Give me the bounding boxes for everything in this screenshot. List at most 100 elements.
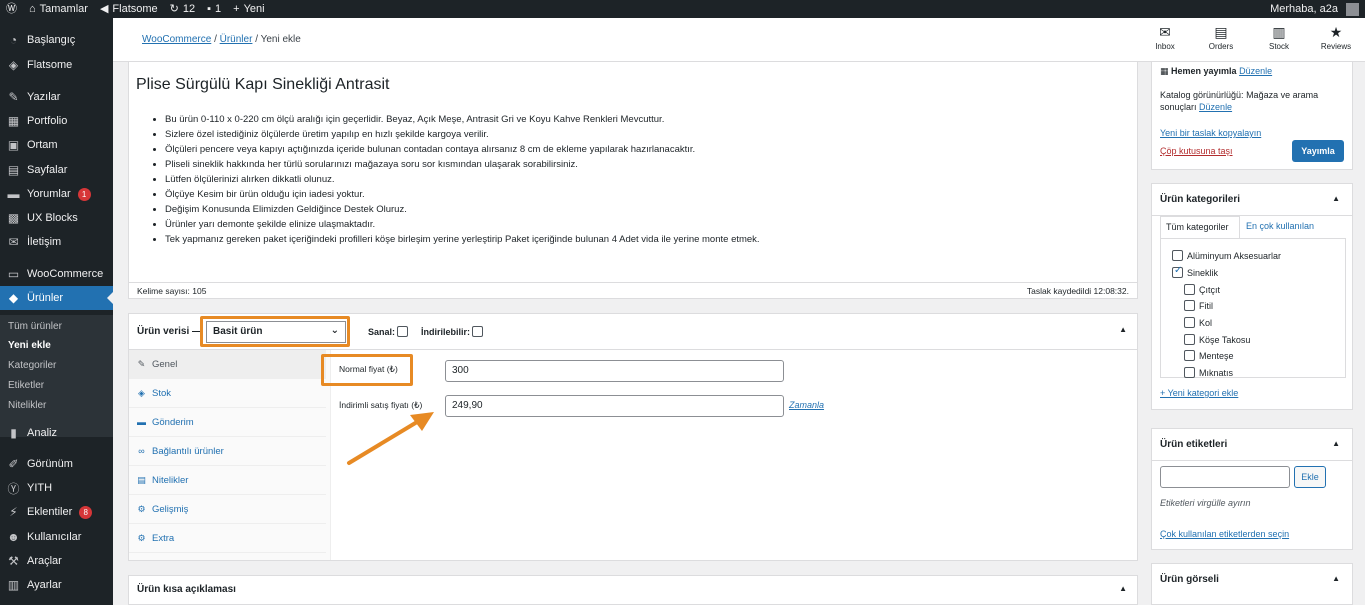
category-item[interactable]: Çıtçıt: [1184, 284, 1220, 295]
flatsome-icon: ◀: [99, 2, 109, 15]
copy-draft-link[interactable]: Yeni bir taslak kopyalayın: [1160, 128, 1261, 138]
stock-button[interactable]: ▥ Stock: [1254, 24, 1304, 51]
category-checkbox[interactable]: [1172, 265, 1183, 278]
reviews-button[interactable]: ★ Reviews: [1311, 24, 1361, 51]
tab-popular-categories[interactable]: En çok kullanılan: [1246, 221, 1314, 231]
collapse-toggle-icon[interactable]: ▲: [1119, 584, 1127, 593]
submenu-categories[interactable]: Kategoriler: [8, 360, 56, 371]
breadcrumb-woocommerce[interactable]: WooCommerce: [142, 34, 211, 45]
publish-edit-link[interactable]: Düzenle: [1239, 66, 1272, 76]
category-checkbox[interactable]: [1184, 334, 1195, 345]
description-item: Sizlere özel istediğiniz ölçülerde üreti…: [165, 127, 1115, 142]
add-category-link[interactable]: + Yeni kategori ekle: [1160, 388, 1238, 398]
avatar: [1346, 2, 1359, 16]
category-checkbox[interactable]: [1184, 317, 1195, 328]
site-name-link[interactable]: ⌂ Tamamlar: [23, 0, 94, 18]
sale-price-input[interactable]: 249,90: [445, 395, 784, 417]
sidebar-item-settings[interactable]: ▥ Ayarlar: [0, 573, 113, 597]
gear-icon: ⚙: [137, 503, 146, 514]
trash-link[interactable]: Çöp kutusuna taşı: [1160, 146, 1233, 156]
product-type-select[interactable]: Basit ürün ⌄: [206, 321, 346, 343]
tab-linked-products[interactable]: ∞ Bağlantılı ürünler: [129, 437, 326, 466]
account-menu[interactable]: Merhaba, a2a: [1264, 0, 1365, 18]
submenu-tags[interactable]: Etiketler: [8, 380, 44, 391]
virtual-checkbox[interactable]: [397, 326, 409, 337]
woo-icon: ▭: [7, 267, 20, 281]
sidebar-item-ux-blocks[interactable]: ▩ UX Blocks: [0, 206, 113, 230]
home-icon: ⌂: [29, 2, 36, 15]
short-description-title: Ürün kısa açıklaması: [137, 584, 236, 595]
submenu-attributes[interactable]: Nitelikler: [8, 400, 46, 411]
tab-advanced[interactable]: ⚙ Gelişmiş: [129, 495, 326, 524]
sidebar-item-portfolio[interactable]: ▦ Portfolio: [0, 109, 113, 133]
sidebar-item-comments[interactable]: ▬ Yorumlar 1: [0, 182, 113, 206]
inbox-button[interactable]: ✉ Inbox: [1140, 24, 1190, 51]
tab-attributes[interactable]: ▤ Nitelikler: [129, 466, 326, 495]
regular-price-input[interactable]: 300: [445, 360, 784, 382]
tags-title: Ürün etiketleri: [1160, 439, 1228, 450]
sidebar-item-tools[interactable]: ⚒ Araçlar: [0, 549, 113, 573]
sidebar-item-dashboard[interactable]: ◔ Başlangıç: [0, 28, 113, 52]
sidebar-item-appearance[interactable]: ✐ Görünüm: [0, 452, 113, 476]
tab-inventory[interactable]: ◈ Stok: [129, 379, 326, 408]
submenu-add-new[interactable]: Yeni ekle: [8, 340, 51, 351]
comments-link[interactable]: ▪ 1: [201, 0, 227, 18]
category-item[interactable]: Kol: [1184, 317, 1212, 328]
category-item[interactable]: Sineklik: [1172, 265, 1218, 278]
virtual-option: Sanal:: [368, 326, 409, 337]
settings-icon: ▥: [7, 578, 20, 592]
product-description[interactable]: Bu ürün 0-110 x 0-220 cm ölçü aralığı iç…: [165, 112, 1115, 247]
category-checkbox[interactable]: [1184, 367, 1195, 378]
product-title[interactable]: Plise Sürgülü Kapı Sinekliği Antrasit: [136, 76, 389, 94]
collapse-toggle-icon[interactable]: ▲: [1332, 439, 1340, 448]
category-item[interactable]: Köşe Takosu: [1184, 334, 1250, 345]
tab-all-categories[interactable]: Tüm kategoriler: [1160, 216, 1240, 238]
tab-extra[interactable]: ⚙ Extra: [129, 524, 326, 553]
tag-input[interactable]: [1160, 466, 1290, 488]
updates-link[interactable]: ↻ 12: [164, 0, 201, 18]
tag-icon: ◈: [138, 387, 145, 398]
category-checkbox[interactable]: [1184, 300, 1195, 311]
sidebar-item-flatsome[interactable]: ◈ Flatsome: [0, 53, 113, 77]
sidebar-item-analytics[interactable]: ▮ Analiz: [0, 421, 113, 445]
category-item[interactable]: Alüminyum Aksesuarlar: [1172, 250, 1281, 261]
sidebar-item-woocommerce[interactable]: ▭ WooCommerce: [0, 262, 113, 286]
categories-title: Ürün kategorileri: [1160, 194, 1241, 205]
tab-general[interactable]: ✎ Genel: [129, 350, 326, 379]
category-checkbox[interactable]: [1184, 284, 1195, 295]
theme-link[interactable]: ◀ Flatsome: [94, 0, 164, 18]
collapse-toggle-icon[interactable]: ▲: [1332, 194, 1340, 203]
sidebar-item-users[interactable]: ☻ Kullanıcılar: [0, 525, 113, 549]
wrench-icon: ✎: [137, 358, 146, 369]
tab-shipping[interactable]: ▬ Gönderim: [129, 408, 326, 437]
publish-button[interactable]: Yayımla: [1292, 140, 1344, 162]
orders-button[interactable]: ▤ Orders: [1196, 24, 1246, 51]
sidebar-item-products[interactable]: ◆ Ürünler: [0, 286, 113, 310]
sidebar-item-posts[interactable]: ✎ Yazılar: [0, 85, 113, 109]
category-item[interactable]: Mıknatıs: [1184, 367, 1233, 378]
downloadable-checkbox[interactable]: [472, 326, 484, 337]
collapse-toggle-icon[interactable]: ▲: [1332, 574, 1340, 583]
submenu-all-products[interactable]: Tüm ürünler: [8, 321, 62, 332]
sidebar-item-yith[interactable]: Ⓨ YITH: [0, 476, 113, 500]
popular-tags-link[interactable]: Çok kullanılan etiketlerden seçin: [1160, 529, 1289, 539]
sidebar-item-plugins[interactable]: ⚡ Eklentiler 8: [0, 500, 113, 524]
wordpress-logo-icon[interactable]: Ⓦ: [0, 0, 23, 18]
collapse-toggle-icon[interactable]: ▲: [1119, 325, 1127, 334]
category-checkbox[interactable]: [1184, 350, 1195, 361]
new-content-link[interactable]: + Yeni: [227, 0, 270, 18]
schedule-link[interactable]: Zamanla: [789, 400, 824, 410]
list-icon: ▤: [137, 474, 146, 485]
sidebar-item-media[interactable]: ▣ Ortam: [0, 133, 113, 157]
category-item[interactable]: Menteşe: [1184, 350, 1234, 361]
product-editor[interactable]: Plise Sürgülü Kapı Sinekliği Antrasit Bu…: [128, 62, 1138, 298]
chart-icon: ▮: [10, 426, 17, 440]
media-icon: ▣: [7, 138, 20, 152]
catalog-edit-link[interactable]: Düzenle: [1199, 102, 1232, 112]
add-tag-button[interactable]: Ekle: [1294, 466, 1326, 488]
category-checkbox[interactable]: [1172, 250, 1183, 261]
sidebar-item-contact[interactable]: ✉ İletişim: [0, 230, 113, 254]
breadcrumb-products[interactable]: Ürünler: [220, 34, 253, 45]
category-item[interactable]: Fitil: [1184, 300, 1213, 311]
sidebar-item-pages[interactable]: ▤ Sayfalar: [0, 158, 113, 182]
